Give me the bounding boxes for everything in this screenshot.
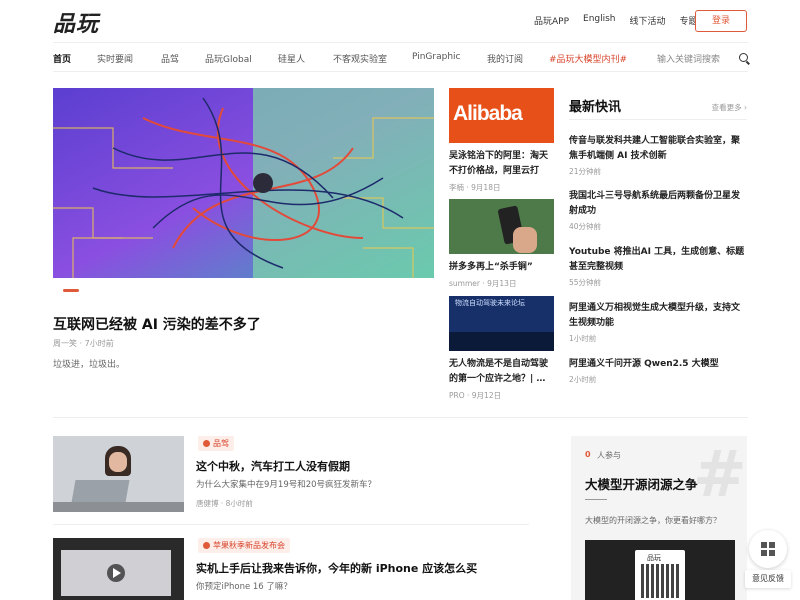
- nav-item-news[interactable]: 实时要闻: [97, 52, 133, 65]
- nav-item-pingraphic[interactable]: PinGraphic: [412, 52, 461, 62]
- search-input[interactable]: 输入关键词搜索: [657, 52, 720, 65]
- search-icon[interactable]: [739, 53, 748, 62]
- stage-shape: [449, 332, 554, 351]
- list-title[interactable]: 实机上手后让我来告诉你，今年的新 iPhone 应该怎么买: [196, 560, 477, 576]
- site-logo[interactable]: 品玩: [53, 6, 99, 38]
- list-tag[interactable]: 苹果秋季新品发布会: [198, 538, 290, 553]
- list-separator: [53, 524, 529, 525]
- header: 品玩 品玩APP English 线下活动 专题 登录: [0, 0, 800, 42]
- section-divider: [53, 417, 748, 418]
- feedback-button[interactable]: [749, 530, 787, 568]
- flash-item[interactable]: 阿里通义千问开源 Qwen2.5 大模型 2小时前: [569, 357, 747, 385]
- flash-item[interactable]: Youtube 将推出AI 工具，生成创意、标题甚至完整视频 55分钟前: [569, 245, 747, 288]
- desk-shape: [53, 502, 184, 512]
- list-title[interactable]: 这个中秋，汽车打工人没有假期: [196, 458, 350, 474]
- hash-icon: #: [693, 438, 747, 512]
- flash-item-title[interactable]: 传音与联发科共建人工智能联合实验室，聚焦手机端侧 AI 技术创新: [569, 134, 747, 164]
- flash-item[interactable]: 阿里通义万相视觉生成大模型升级，支持文生视频功能 1小时前: [569, 301, 747, 344]
- feedback-label[interactable]: 意见反馈: [745, 570, 791, 588]
- flash-item-time: 40分钟前: [569, 222, 602, 231]
- list-meta: 唐健博 · 8小时前: [196, 499, 253, 508]
- hero-meta: 周一笑 · 7小时前: [53, 339, 114, 348]
- nav-item-guixingren[interactable]: 硅星人: [278, 52, 305, 65]
- mid-article-title[interactable]: 拼多多再上“杀手锏”: [449, 260, 554, 275]
- chevron-right-icon: ›: [744, 103, 747, 112]
- list-desc: 为什么大家集中在9月19号和20号疯狂发新车？: [196, 480, 377, 490]
- nav-item-drive[interactable]: 品驾: [161, 52, 179, 65]
- list-item[interactable]: 苹果秋季新品发布会 实机上手后让我来告诉你，今年的新 iPhone 应该怎么买 …: [53, 538, 529, 600]
- hero-image[interactable]: [53, 88, 434, 278]
- list-tag[interactable]: 品驾: [198, 436, 234, 451]
- list-thumb[interactable]: [53, 436, 184, 512]
- list-thumb[interactable]: [53, 538, 184, 600]
- grid-icon: [761, 542, 767, 548]
- mid-article-title[interactable]: 吴泳铭治下的阿里：淘天不打价格战，阿里云打: [449, 149, 554, 179]
- login-button[interactable]: 登录: [695, 10, 747, 32]
- qr-code: 品玩: [635, 550, 685, 600]
- forum-banner-text: 物流自动驾驶未来论坛: [455, 299, 525, 307]
- flash-item-title[interactable]: 阿里通义万相视觉生成大模型升级，支持文生视频功能: [569, 301, 747, 331]
- flash-item-time: 21分钟前: [569, 167, 602, 176]
- top-links: 品玩APP English 线下活动 专题: [534, 14, 712, 27]
- tag-icon: [203, 542, 210, 549]
- list-tag-label: 苹果秋季新品发布会: [213, 541, 285, 550]
- qr-pattern: [641, 564, 679, 598]
- mid-article-card[interactable]: 物流自动驾驶未来论坛 无人物流是不是自动驾驶的第一个应许之地？| … PRO ·…: [449, 296, 554, 401]
- topic-title[interactable]: 大模型开源闭源之争: [585, 474, 698, 493]
- mid-article-image[interactable]: [449, 199, 554, 254]
- topic-image[interactable]: 品玩: [585, 540, 735, 600]
- flash-more-label: 查看更多: [711, 103, 742, 112]
- top-link-events[interactable]: 线下活动: [630, 14, 666, 27]
- tag-icon: [203, 440, 210, 447]
- top-link-app[interactable]: 品玩APP: [534, 14, 569, 27]
- mid-article-meta: summer · 9月13日: [449, 279, 517, 288]
- face-shape: [109, 452, 127, 472]
- nav-item-llm-journal[interactable]: #品玩大模型内刊#: [549, 52, 627, 65]
- flash-item-time: 2小时前: [569, 375, 597, 384]
- play-triangle: [113, 568, 121, 578]
- qr-label: 品玩: [647, 554, 661, 562]
- flash-item[interactable]: 传音与联发科共建人工智能联合实验室，聚焦手机端侧 AI 技术创新 21分钟前: [569, 134, 747, 177]
- flash-header: 最新快讯 查看更多 ›: [569, 96, 747, 120]
- topic-underline: [585, 499, 607, 500]
- nav-item-lab[interactable]: 不客观实验室: [333, 52, 387, 65]
- topic-participant-label: 人参与: [597, 451, 621, 460]
- main-nav: 首页 实时要闻 品驾 品玩Global 硅星人 不客观实验室 PinGraphi…: [53, 42, 748, 72]
- hero-title[interactable]: 互联网已经被 AI 污染的差不多了: [53, 314, 261, 334]
- hand-shape: [513, 227, 537, 253]
- flash-item[interactable]: 我国北斗三号导航系统最后两颗备份卫星发射成功 40分钟前: [569, 189, 747, 232]
- mid-article-meta: PRO · 9月12日: [449, 391, 502, 400]
- nav-item-home[interactable]: 首页: [53, 52, 71, 65]
- nav-item-global[interactable]: 品玩Global: [205, 52, 252, 65]
- hero-desc: 垃圾进，垃圾出。: [53, 360, 126, 370]
- topic-card[interactable]: # 0 人参与 大模型开源闭源之争 大模型的开闭源之争，你更看好哪方？ 品玩: [571, 436, 747, 600]
- list-tag-label: 品驾: [213, 439, 229, 448]
- list-desc: 你预定iPhone 16 了嘛？: [196, 582, 292, 592]
- carousel-indicator[interactable]: [63, 289, 79, 292]
- mid-article-title[interactable]: 无人物流是不是自动驾驶的第一个应许之地？| …: [449, 357, 554, 387]
- flash-title: 最新快讯: [569, 100, 622, 115]
- mid-article-card[interactable]: 拼多多再上“杀手锏” summer · 9月13日: [449, 199, 554, 289]
- list-item[interactable]: 品驾 这个中秋，汽车打工人没有假期 为什么大家集中在9月19号和20号疯狂发新车…: [53, 436, 529, 514]
- flash-item-title[interactable]: 阿里通义千问开源 Qwen2.5 大模型: [569, 357, 747, 372]
- flash-news: 最新快讯 查看更多 › 传音与联发科共建人工智能联合实验室，聚焦手机端侧 AI …: [569, 96, 747, 384]
- alibaba-logo-text: Alibaba: [453, 102, 523, 125]
- flash-item-time: 55分钟前: [569, 278, 602, 287]
- mid-article-image[interactable]: 物流自动驾驶未来论坛: [449, 296, 554, 351]
- flash-item-title[interactable]: Youtube 将推出AI 工具，生成创意、标题甚至完整视频: [569, 245, 747, 275]
- flash-item-time: 1小时前: [569, 334, 597, 343]
- flash-item-title[interactable]: 我国北斗三号导航系统最后两颗备份卫星发射成功: [569, 189, 747, 219]
- mid-article-meta: 李楠 · 9月18日: [449, 183, 501, 192]
- mid-article-image[interactable]: Alibaba: [449, 88, 554, 143]
- hero-illustration: [53, 88, 434, 278]
- topic-desc: 大模型的开闭源之争，你更看好哪方？: [585, 516, 721, 525]
- mid-article-card[interactable]: Alibaba 吴泳铭治下的阿里：淘天不打价格战，阿里云打 李楠 · 9月18日: [449, 88, 554, 193]
- nav-item-subscriptions[interactable]: 我的订阅: [487, 52, 523, 65]
- topic-participant-count: 0: [585, 450, 591, 459]
- flash-more-link[interactable]: 查看更多 ›: [712, 102, 747, 113]
- top-link-english[interactable]: English: [583, 14, 616, 27]
